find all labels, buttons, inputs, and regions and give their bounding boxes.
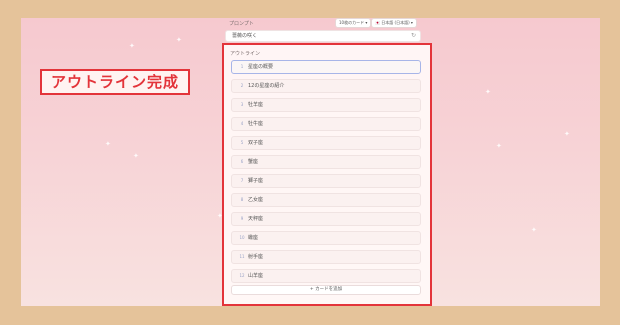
sparkle-icon: ✦ bbox=[176, 36, 182, 44]
outline-item-number: 2 bbox=[240, 83, 244, 88]
outline-item-label: 射手座 bbox=[248, 254, 264, 260]
outline-item-label: 乙女座 bbox=[248, 197, 264, 203]
outline-item-number: 7 bbox=[240, 178, 244, 183]
outline-item-label: 12の星座の紹介 bbox=[248, 83, 285, 89]
outline-item[interactable]: 4 牡牛座 bbox=[231, 117, 421, 131]
outline-item[interactable]: 1 星座の概要 bbox=[231, 60, 421, 74]
sparkle-icon: ✦ bbox=[485, 88, 491, 96]
outline-item-label: 山羊座 bbox=[248, 273, 264, 279]
outline-item-label: 蠍座 bbox=[248, 235, 259, 241]
outline-item-number: 3 bbox=[240, 102, 244, 107]
outline-item[interactable]: 12 山羊座 bbox=[231, 269, 421, 283]
outline-item[interactable]: 11 射手座 bbox=[231, 250, 421, 264]
outline-item-number: 5 bbox=[240, 140, 244, 145]
outline-item-label: 蟹座 bbox=[248, 159, 259, 165]
outline-item[interactable]: 2 12の星座の紹介 bbox=[231, 79, 421, 93]
add-card-button[interactable]: + カードを追加 bbox=[231, 285, 421, 295]
sparkle-icon: ✦ bbox=[564, 130, 570, 138]
refresh-icon[interactable]: ↻ bbox=[411, 31, 416, 41]
outline-item-label: 星座の概要 bbox=[248, 64, 274, 70]
outline-item-label: 獅子座 bbox=[248, 178, 264, 184]
outline-item-number: 8 bbox=[240, 197, 244, 202]
outline-panel: アウトライン 1 星座の概要 2 12の星座の紹介 3 牡羊座 4 牡牛座 5 双子座 6… bbox=[222, 43, 432, 306]
language-select[interactable]: 🇯🇵 日本語 (日本語) ▾ bbox=[371, 18, 417, 28]
sparkle-icon: ✦ bbox=[133, 152, 139, 160]
outline-item-label: 天秤座 bbox=[248, 216, 264, 222]
outline-item-number: 4 bbox=[240, 121, 244, 126]
sparkle-icon: ✦ bbox=[105, 140, 111, 148]
sparkle-icon: ✦ bbox=[129, 42, 135, 50]
outline-item[interactable]: 6 蟹座 bbox=[231, 155, 421, 169]
outline-item[interactable]: 9 天秤座 bbox=[231, 212, 421, 226]
outline-item-number: 10 bbox=[239, 235, 245, 240]
outline-item[interactable]: 3 牡羊座 bbox=[231, 98, 421, 112]
outline-item[interactable]: 7 獅子座 bbox=[231, 174, 421, 188]
sparkle-icon: ✦ bbox=[496, 142, 502, 150]
sparkle-icon: ✦ bbox=[531, 226, 537, 234]
prompt-input-value: 薔薇の咲く bbox=[232, 33, 258, 39]
outline-item-number: 11 bbox=[239, 254, 245, 259]
outline-item[interactable]: 8 乙女座 bbox=[231, 193, 421, 207]
outline-item-number: 6 bbox=[240, 159, 244, 164]
outline-item-number: 9 bbox=[240, 216, 244, 221]
outline-item[interactable]: 5 双子座 bbox=[231, 136, 421, 150]
sparkle-icon: ✦ bbox=[217, 212, 223, 220]
outline-item-number: 1 bbox=[240, 64, 244, 69]
prompt-input[interactable]: 薔薇の咲く ↻ bbox=[225, 30, 421, 42]
outline-item-label: 双子座 bbox=[248, 140, 264, 146]
outline-item-label: 牡羊座 bbox=[248, 102, 264, 108]
prompt-label: プロンプト bbox=[229, 21, 254, 27]
outline-item[interactable]: 10 蠍座 bbox=[231, 231, 421, 245]
outline-title: アウトライン bbox=[230, 51, 261, 57]
outline-item-number: 12 bbox=[239, 273, 245, 278]
card-count-select[interactable]: 10枚のカード ▾ bbox=[335, 18, 372, 28]
outline-complete-callout: アウトライン完成 bbox=[40, 69, 190, 95]
outline-item-label: 牡牛座 bbox=[248, 121, 264, 127]
